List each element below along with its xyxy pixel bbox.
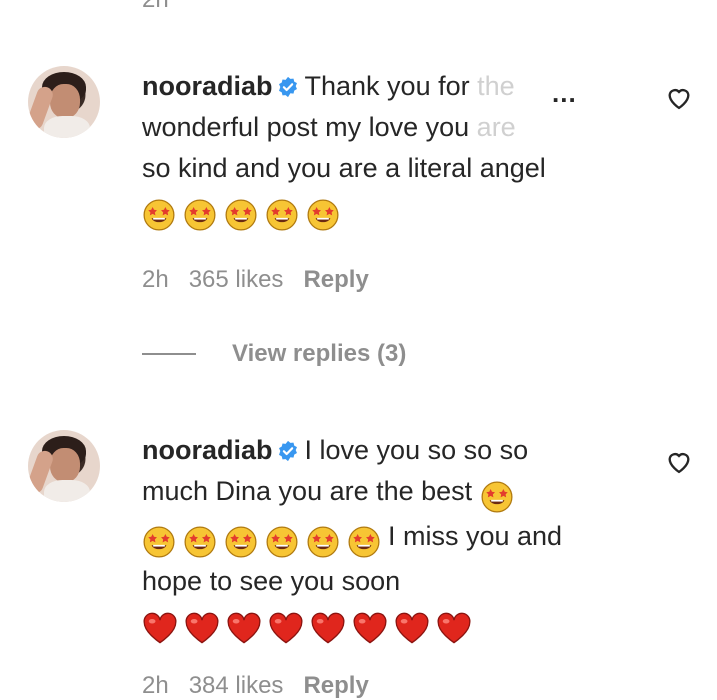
avatar[interactable] <box>28 66 100 138</box>
comment-meta: 2h 384 likes Reply <box>142 672 389 700</box>
star-struck-emoji <box>481 481 513 513</box>
red-heart-emoji <box>311 612 345 644</box>
reply-button[interactable]: Reply <box>303 672 368 699</box>
star-struck-emoji <box>266 199 298 231</box>
reply-button[interactable]: Reply <box>303 266 368 293</box>
star-struck-emoji <box>348 526 380 558</box>
comment-text: nooradiab Thank you for the wonderful pos… <box>142 66 612 234</box>
comment-username[interactable]: nooradiab <box>142 71 273 101</box>
comment-text-lead: Thank you for <box>304 71 478 101</box>
red-heart-emoji <box>269 612 303 644</box>
star-struck-emoji <box>143 199 175 231</box>
comment-text-line: I love you so so so <box>304 435 529 465</box>
star-struck-emoji <box>184 199 216 231</box>
star-struck-emoji <box>225 199 257 231</box>
more-button[interactable]: ... <box>552 78 577 109</box>
comment-time: 2h <box>142 266 169 293</box>
comment-text-line: wonderful post my love you <box>142 112 470 142</box>
comment-text-faded: are <box>469 112 516 142</box>
red-heart-emoji <box>185 612 219 644</box>
comment-meta: 2h 365 likes Reply <box>142 266 389 294</box>
star-struck-emoji <box>225 526 257 558</box>
emoji-row <box>142 193 347 234</box>
like-heart-icon[interactable] <box>664 448 694 476</box>
red-heart-emoji <box>437 612 471 644</box>
comment-time: 2h <box>142 672 169 699</box>
view-replies-button[interactable]: View replies (3) <box>142 340 406 368</box>
comment-text-faded: the <box>477 71 515 101</box>
star-struck-emoji <box>143 526 175 558</box>
previous-comment-time-clipped: 2h <box>142 0 169 14</box>
red-heart-emoji <box>395 612 429 644</box>
comment-text-line: much Dina you are the best <box>142 476 473 506</box>
red-heart-emoji <box>227 612 261 644</box>
avatar[interactable] <box>28 430 100 502</box>
verified-badge-icon <box>278 440 297 462</box>
star-struck-emoji <box>184 526 216 558</box>
like-count[interactable]: 365 likes <box>189 266 284 293</box>
comment-text-line: hope to see you soon <box>142 566 401 596</box>
red-heart-emoji <box>353 612 387 644</box>
comment-username[interactable]: nooradiab <box>142 435 273 465</box>
red-heart-emoji <box>143 612 177 644</box>
like-count[interactable]: 384 likes <box>189 672 284 699</box>
view-replies-label: View replies (3) <box>232 340 407 367</box>
heart-emoji-row <box>142 606 478 647</box>
comment-text-line: so kind and you are a literal angel <box>142 153 546 183</box>
comment-text-line: I miss you and <box>388 521 563 551</box>
star-struck-emoji <box>307 526 339 558</box>
divider-line <box>142 353 196 355</box>
star-struck-emoji <box>307 199 339 231</box>
emoji-row <box>480 475 521 516</box>
emoji-row <box>142 520 388 561</box>
star-struck-emoji <box>266 526 298 558</box>
comment-text: nooradiab I love you so so so much Dina y… <box>142 430 612 647</box>
like-heart-icon[interactable] <box>664 84 694 112</box>
verified-badge-icon <box>278 76 297 98</box>
